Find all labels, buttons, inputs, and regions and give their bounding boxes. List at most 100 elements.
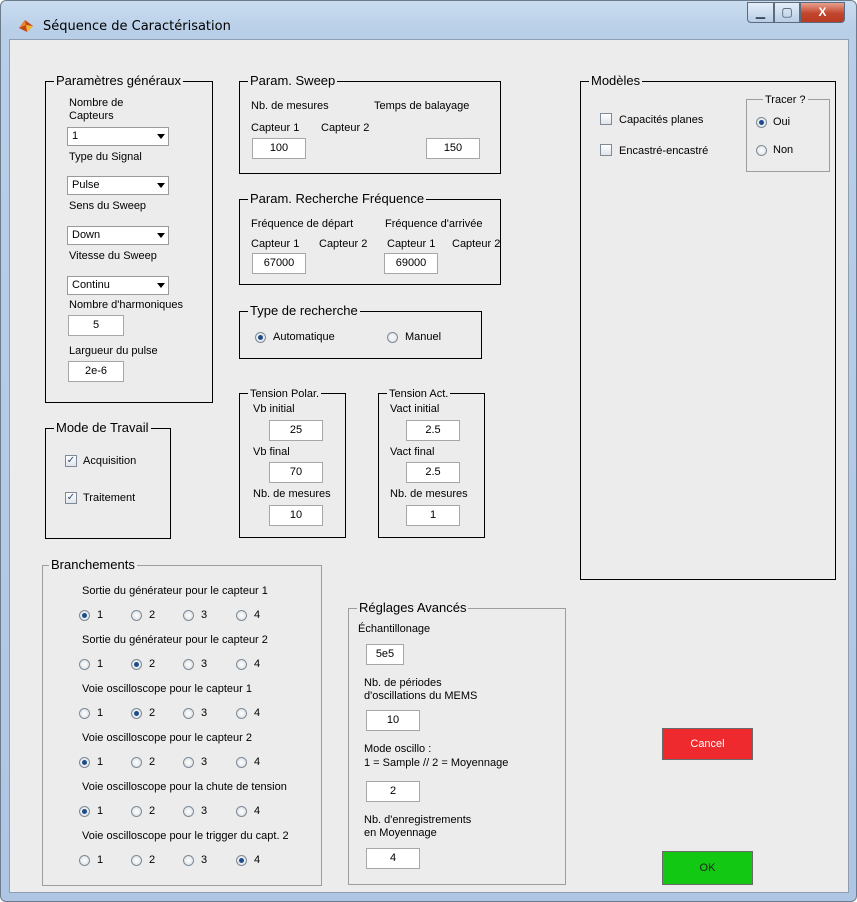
automatic-label: Automatique	[273, 331, 335, 343]
treatment-label: Traitement	[83, 492, 136, 504]
clamped-clamped-label: Encastré-encastré	[619, 145, 709, 157]
connection-radio-option[interactable]	[131, 659, 142, 670]
panel-title: Mode de Travail	[54, 420, 151, 436]
connection-radio-option[interactable]	[183, 855, 194, 866]
panel-title: Tracer ?	[763, 92, 808, 108]
connection-radio-label: 3	[201, 609, 208, 621]
sampling-input[interactable]: 5e5	[366, 644, 404, 665]
connection-radio-option[interactable]	[236, 708, 247, 719]
connection-radio-option[interactable]	[131, 855, 142, 866]
pulse-width-input[interactable]: 2e-6	[68, 361, 124, 382]
actuation-initial-input[interactable]: 2.5	[406, 420, 460, 441]
bias-final-input[interactable]: 70	[269, 462, 323, 483]
connection-radio-option[interactable]	[131, 610, 142, 621]
connection-radio-label: 2	[149, 756, 156, 768]
connection-radio-option[interactable]	[79, 855, 90, 866]
acquisition-checkbox[interactable]: ✓	[65, 455, 77, 467]
connection-radio-option[interactable]	[236, 806, 247, 817]
connection-radio-option[interactable]	[183, 659, 194, 670]
end-frequency-input[interactable]: 69000	[384, 253, 438, 274]
ok-button[interactable]: OK	[662, 851, 753, 885]
start-frequency-input[interactable]: 67000	[252, 253, 306, 274]
connection-radio-option[interactable]	[183, 610, 194, 621]
planar-capacitance-label: Capacités planes	[619, 114, 704, 126]
plot-yes-label: Oui	[773, 116, 791, 128]
sweep-time-input[interactable]: 150	[426, 138, 480, 159]
connection-radio-option[interactable]	[236, 855, 247, 866]
plot-yes-radio[interactable]	[756, 117, 767, 128]
scope-mode-label-1: Mode oscillo :	[364, 743, 432, 755]
connection-radio-option[interactable]	[79, 610, 90, 621]
connection-radio-option[interactable]	[131, 708, 142, 719]
general-parameters-panel: Paramètres généraux Nombre de Capteurs 1…	[45, 73, 213, 403]
sensor-count-select[interactable]: 1	[67, 127, 169, 146]
cancel-button[interactable]: Cancel	[662, 728, 753, 760]
end-frequency-label: Fréquence d'arrivée	[385, 218, 483, 230]
actuation-measure-count-label: Nb. de mesures	[390, 488, 468, 500]
periods-input[interactable]: 10	[366, 710, 420, 731]
connection-radio-option[interactable]	[79, 806, 90, 817]
actuation-final-input[interactable]: 2.5	[406, 462, 460, 483]
close-button[interactable]: X	[800, 2, 845, 23]
window-title: Séquence de Caractérisation	[43, 19, 231, 34]
sensor-2-label: Capteur 2	[452, 238, 501, 250]
connection-radio-option[interactable]	[183, 757, 194, 768]
connection-radio-option[interactable]	[183, 708, 194, 719]
clamped-clamped-checkbox[interactable]	[600, 144, 612, 156]
sweep-direction-label: Sens du Sweep	[69, 200, 147, 212]
treatment-checkbox[interactable]: ✓	[65, 492, 77, 504]
connection-row-label: Sortie du générateur pour le capteur 1	[82, 585, 268, 597]
chevron-down-icon	[157, 283, 165, 288]
connection-radio-option[interactable]	[131, 806, 142, 817]
maximize-icon: ▢	[781, 5, 793, 19]
bias-measure-count-input[interactable]: 10	[269, 505, 323, 526]
sweep-direction-value: Down	[72, 229, 101, 241]
actuation-measure-count-input[interactable]: 1	[406, 505, 460, 526]
sweep-direction-select[interactable]: Down	[67, 226, 169, 245]
periods-label-1: Nb. de périodes	[364, 677, 442, 689]
panel-title: Réglages Avancés	[357, 600, 469, 616]
connection-radio-label: 1	[97, 658, 104, 670]
connection-radio-label: 2	[149, 707, 156, 719]
recordings-label-2: en Moyennage	[364, 827, 437, 839]
bias-initial-input[interactable]: 25	[269, 420, 323, 441]
connection-radio-option[interactable]	[183, 806, 194, 817]
connection-radio-label: 3	[201, 854, 208, 866]
connection-radio-option[interactable]	[131, 757, 142, 768]
sensor-count-value: 1	[72, 130, 79, 142]
acquisition-label: Acquisition	[83, 455, 137, 467]
sensor-count-label: Nombre de	[69, 97, 124, 109]
automatic-radio[interactable]	[255, 332, 266, 343]
connection-radio-option[interactable]	[236, 659, 247, 670]
scope-mode-label-2: 1 = Sample // 2 = Moyennage	[364, 757, 509, 769]
planar-capacitance-checkbox[interactable]	[600, 113, 612, 125]
connection-radio-option[interactable]	[236, 757, 247, 768]
minimize-icon: ▁	[755, 5, 766, 19]
maximize-button[interactable]: ▢	[774, 2, 800, 23]
title-bar[interactable]: Séquence de Caractérisation ▁ ▢ X	[1, 1, 856, 39]
connection-radio-option[interactable]	[79, 757, 90, 768]
measure-count-input[interactable]: 100	[252, 138, 306, 159]
chevron-down-icon	[157, 183, 165, 188]
connection-radio-label: 2	[149, 609, 156, 621]
plot-choice-panel: Tracer ? Oui Non	[746, 92, 830, 172]
connection-radio-option[interactable]	[79, 659, 90, 670]
harmonics-input[interactable]: 5	[68, 315, 124, 336]
signal-type-select[interactable]: Pulse	[67, 176, 169, 195]
matlab-logo-icon	[19, 20, 33, 32]
measure-count-label: Nb. de mesures	[251, 100, 329, 112]
bias-initial-label: Vb initial	[253, 403, 295, 415]
work-mode-panel: Mode de Travail ✓ Acquisition ✓ Traiteme…	[45, 420, 171, 539]
connection-radio-label: 4	[254, 805, 261, 817]
recordings-input[interactable]: 4	[366, 848, 420, 869]
minimize-button[interactable]: ▁	[747, 2, 774, 23]
bias-measure-count-label: Nb. de mesures	[253, 488, 331, 500]
scope-mode-input[interactable]: 2	[366, 781, 420, 802]
manual-label: Manuel	[405, 331, 442, 343]
connection-radio-option[interactable]	[79, 708, 90, 719]
manual-radio[interactable]	[387, 332, 398, 343]
sweep-speed-select[interactable]: Continu	[67, 276, 169, 295]
plot-no-radio[interactable]	[756, 145, 767, 156]
connection-radio-option[interactable]	[236, 610, 247, 621]
connection-radio-label: 3	[201, 658, 208, 670]
